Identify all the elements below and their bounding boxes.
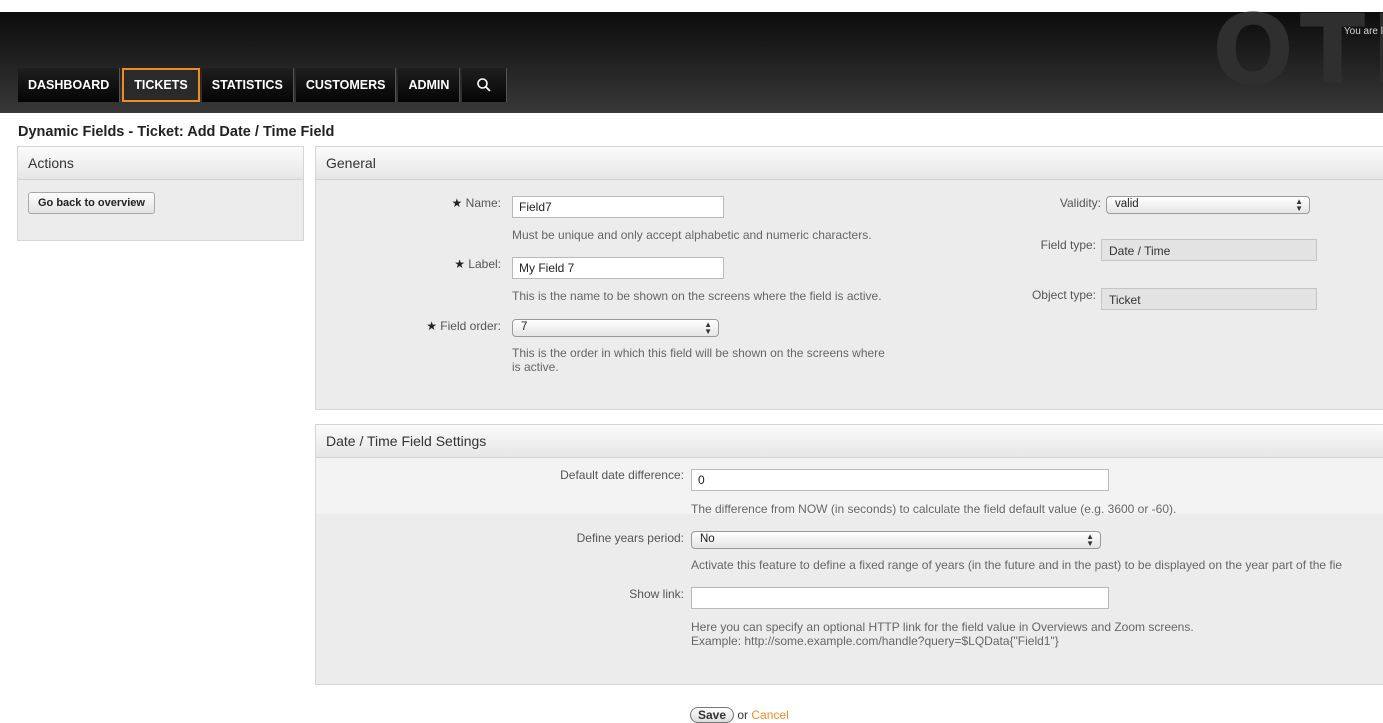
show-link-hint-1: Here you can specify an optional HTTP li… <box>691 620 1194 634</box>
field-order-value: 7 <box>521 321 528 333</box>
field-order-hint-1: This is the order in which this field wi… <box>512 346 885 360</box>
field-order-label: ★ Field order: <box>426 319 501 333</box>
name-label-text: Name: <box>465 196 501 210</box>
field-order-label-text: Field order: <box>440 319 501 333</box>
validity-select[interactable]: valid ▲ ▼ <box>1106 196 1310 214</box>
nav-tickets[interactable]: TICKETS <box>122 68 200 102</box>
general-section: General ★ Name: Field7 Must be unique an… <box>315 146 1383 410</box>
label-input[interactable]: My Field 7 <box>512 257 724 279</box>
nav-admin[interactable]: ADMIN <box>398 68 461 102</box>
define-years-period-label: Define years period: <box>576 531 684 545</box>
label-hint: This is the name to be shown on the scre… <box>512 289 882 303</box>
nav-dashboard[interactable]: DASHBOARD <box>18 68 121 102</box>
nav-statistics[interactable]: STATISTICS <box>201 68 294 102</box>
login-status-text: You are l <box>1343 26 1383 37</box>
field-order-select[interactable]: 7 ▲ ▼ <box>512 319 719 337</box>
save-button[interactable]: Save <box>690 707 735 723</box>
go-back-button[interactable]: Go back to overview <box>28 192 155 214</box>
label-label: ★ Label: <box>454 257 501 271</box>
define-years-period-value: No <box>700 533 715 545</box>
object-type-label: Object type: <box>1031 288 1096 302</box>
actions-header: Actions <box>18 147 303 180</box>
define-years-period-hint: Activate this feature to define a fixed … <box>691 558 1343 572</box>
app-header: OTI You are l DASHBOARD TICKETS STATISTI… <box>0 0 1383 113</box>
default-date-difference-label: Default date difference: <box>560 468 684 482</box>
show-link-input[interactable] <box>691 587 1109 609</box>
label-label-text: Label: <box>468 257 501 271</box>
general-header: General <box>316 147 1383 180</box>
page-title: Dynamic Fields - Ticket: Add Date / Time… <box>18 124 335 140</box>
logo: OTI <box>1212 0 1383 106</box>
row-band <box>316 514 1383 592</box>
datetime-settings-section: Date / Time Field Settings Default date … <box>315 424 1383 685</box>
search-icon <box>477 78 492 92</box>
select-arrows-icon: ▲ ▼ <box>704 320 712 336</box>
default-date-difference-hint: The difference from NOW (in seconds) to … <box>691 502 1177 516</box>
name-input[interactable]: Field7 <box>512 196 724 218</box>
field-order-hint-2: is active. <box>512 360 559 374</box>
default-date-difference-input[interactable]: 0 <box>691 469 1109 491</box>
field-type-label: Field type: <box>1040 238 1096 252</box>
validity-value: valid <box>1115 198 1139 210</box>
name-hint: Must be unique and only accept alphabeti… <box>512 228 872 242</box>
nav-customers[interactable]: CUSTOMERS <box>295 68 397 102</box>
actions-sidebar: Actions Go back to overview <box>17 146 304 241</box>
select-arrows-icon: ▲ ▼ <box>1295 197 1303 213</box>
form-actions: Save or Cancel <box>690 707 789 723</box>
field-type-value: Date / Time <box>1101 239 1317 261</box>
select-arrows-icon: ▲ ▼ <box>1086 532 1094 548</box>
required-star-icon: ★ <box>451 196 463 210</box>
define-years-period-select[interactable]: No ▲ ▼ <box>691 531 1101 549</box>
show-link-hint-2: Example: http://some.example.com/handle?… <box>691 634 1059 648</box>
main-navigation: DASHBOARD TICKETS STATISTICS CUSTOMERS A… <box>18 68 509 102</box>
search-button[interactable] <box>462 68 508 102</box>
required-star-icon: ★ <box>426 319 437 333</box>
object-type-value: Ticket <box>1101 288 1317 310</box>
show-link-label: Show link: <box>629 587 684 601</box>
datetime-header: Date / Time Field Settings <box>316 425 1383 458</box>
name-label: ★ Name: <box>452 196 501 210</box>
validity-label: Validity: <box>1059 196 1101 210</box>
required-star-icon: ★ <box>454 257 465 271</box>
